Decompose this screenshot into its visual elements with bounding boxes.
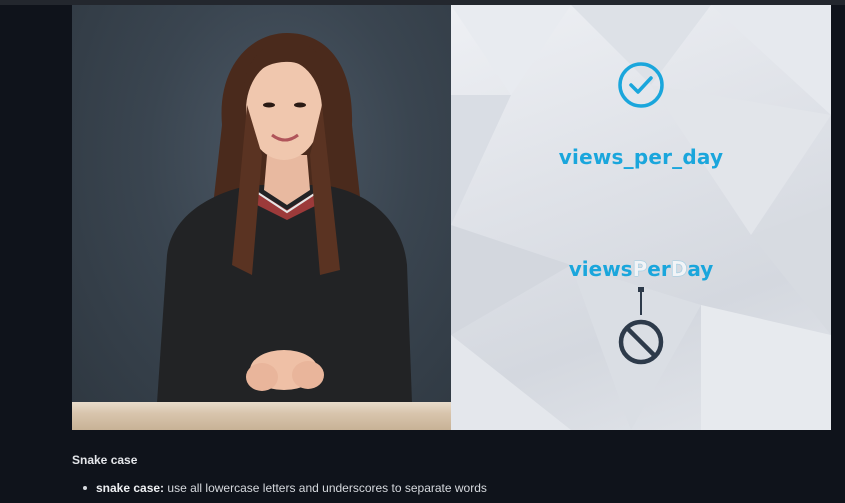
bad-example-highlight: P xyxy=(632,257,648,281)
slide-panel: views_per_day viewsPerDay xyxy=(451,5,831,430)
bad-example-part: views xyxy=(568,257,633,281)
prohibited-icon xyxy=(618,287,664,365)
section-title: Snake case xyxy=(72,453,138,467)
list-item: snake case: use all lowercase letters an… xyxy=(80,481,487,495)
check-circle-icon xyxy=(618,62,664,108)
presenter-panel xyxy=(72,5,451,430)
bad-example-highlight: D xyxy=(670,257,688,281)
bad-example-part: ay xyxy=(687,257,714,281)
bullet-term: snake case: xyxy=(96,481,165,495)
desk-surface xyxy=(72,402,451,430)
presenter-image xyxy=(157,33,412,403)
bullet-list: snake case: use all lowercase letters an… xyxy=(80,481,487,495)
good-naming-example: views_per_day xyxy=(558,145,724,169)
bad-example-part: er xyxy=(647,257,671,281)
bullet-text: use all lowercase letters and underscore… xyxy=(164,481,487,495)
video-player[interactable]: views_per_day viewsPerDay xyxy=(72,5,831,430)
bad-naming-example: viewsPerDay xyxy=(451,257,831,281)
